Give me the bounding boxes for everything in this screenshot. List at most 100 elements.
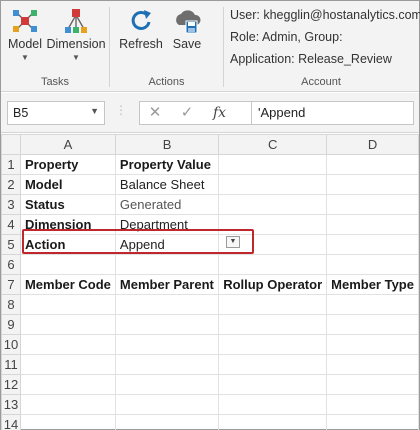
- name-box-value: B5: [13, 106, 29, 120]
- cell[interactable]: [218, 414, 328, 430]
- cell[interactable]: Member Type: [326, 274, 419, 295]
- cell[interactable]: [326, 374, 419, 395]
- select-all-corner[interactable]: [1, 134, 21, 155]
- cell[interactable]: [19, 294, 116, 315]
- row-header[interactable]: 7: [1, 274, 21, 295]
- cell[interactable]: Rollup Operator: [218, 274, 328, 295]
- table-row: 11: [1, 354, 419, 375]
- selected-cell[interactable]: Append: [114, 234, 220, 255]
- cell[interactable]: [114, 414, 220, 430]
- cell[interactable]: [218, 174, 328, 195]
- table-row: 6: [1, 254, 419, 275]
- cell[interactable]: [326, 394, 419, 415]
- action-dropdown-chevron-down-icon[interactable]: ▼: [226, 236, 240, 248]
- cell[interactable]: [326, 414, 419, 430]
- cell[interactable]: [326, 294, 419, 315]
- cell[interactable]: Generated: [114, 194, 220, 215]
- row-header[interactable]: 3: [1, 194, 21, 215]
- cell[interactable]: [114, 354, 220, 375]
- cell[interactable]: [326, 214, 419, 235]
- cell[interactable]: Property Value: [114, 154, 220, 175]
- cell[interactable]: [19, 374, 116, 395]
- cell[interactable]: [218, 394, 328, 415]
- table-row: 7 Member Code Member Parent Rollup Opera…: [1, 274, 419, 295]
- cell[interactable]: [19, 354, 116, 375]
- row-header[interactable]: 11: [1, 354, 21, 375]
- formula-input[interactable]: 'Append: [251, 101, 414, 125]
- table-row: 13: [1, 394, 419, 415]
- cell[interactable]: [326, 174, 419, 195]
- insert-function-icon[interactable]: fx: [213, 101, 226, 125]
- cell[interactable]: Member Parent: [114, 274, 220, 295]
- cell[interactable]: [326, 194, 419, 215]
- formula-bar-grip[interactable]: ⋮: [115, 103, 127, 117]
- cell[interactable]: [218, 194, 328, 215]
- cell[interactable]: [114, 254, 220, 275]
- column-header-d[interactable]: D: [326, 134, 419, 155]
- cancel-icon[interactable]: ✕: [141, 101, 169, 125]
- cell[interactable]: [19, 394, 116, 415]
- cell[interactable]: [218, 254, 328, 275]
- table-row: 8: [1, 294, 419, 315]
- row-header[interactable]: 2: [1, 174, 21, 195]
- cell[interactable]: [19, 334, 116, 355]
- cell[interactable]: [326, 334, 419, 355]
- row-header[interactable]: 9: [1, 314, 21, 335]
- row-header[interactable]: 14: [1, 414, 21, 430]
- cell[interactable]: [218, 374, 328, 395]
- cell[interactable]: [218, 314, 328, 335]
- cell[interactable]: Model: [19, 174, 116, 195]
- cell[interactable]: [19, 314, 116, 335]
- cell[interactable]: Property: [19, 154, 116, 175]
- cell[interactable]: Department: [114, 214, 220, 235]
- account-user: User: khegglin@hostanalytics.com: [230, 8, 420, 22]
- column-header-row: A B C D: [1, 134, 419, 155]
- cell[interactable]: Dimension: [19, 214, 116, 235]
- cell[interactable]: [326, 154, 419, 175]
- cell[interactable]: [114, 374, 220, 395]
- row-header[interactable]: 12: [1, 374, 21, 395]
- row-header[interactable]: 8: [1, 294, 21, 315]
- cell[interactable]: Member Code: [19, 274, 116, 295]
- cell[interactable]: [326, 254, 419, 275]
- account-group-label: Account: [301, 76, 341, 88]
- table-row: 10: [1, 334, 419, 355]
- cell[interactable]: [218, 334, 328, 355]
- cell[interactable]: [19, 254, 116, 275]
- cell[interactable]: Action: [19, 234, 116, 255]
- row-header[interactable]: 5: [1, 234, 21, 255]
- account-role: Role: Admin, Group:: [230, 30, 343, 44]
- cell[interactable]: [19, 414, 116, 430]
- spreadsheet-grid: A B C D 1 Property Property Value 2 Mode…: [1, 134, 419, 430]
- cell[interactable]: Status: [19, 194, 116, 215]
- formula-bar: B5 ▼ ⋮ ✕ ✓ fx 'Append: [1, 93, 419, 133]
- column-header-b[interactable]: B: [114, 134, 220, 155]
- cell[interactable]: [218, 214, 328, 235]
- cell[interactable]: [114, 314, 220, 335]
- name-box-chevron-down-icon[interactable]: ▼: [90, 106, 99, 116]
- table-row: 5 Action Append: [1, 234, 419, 255]
- row-header[interactable]: 13: [1, 394, 21, 415]
- column-header-a[interactable]: A: [19, 134, 116, 155]
- cell[interactable]: [114, 334, 220, 355]
- cell[interactable]: [114, 294, 220, 315]
- table-row: 14: [1, 414, 419, 430]
- enter-check-icon[interactable]: ✓: [173, 101, 201, 125]
- row-header[interactable]: 4: [1, 214, 21, 235]
- column-header-c[interactable]: C: [218, 134, 328, 155]
- cell[interactable]: [326, 234, 419, 255]
- row-header[interactable]: 1: [1, 154, 21, 175]
- table-row: 2 Model Balance Sheet: [1, 174, 419, 195]
- row-header[interactable]: 10: [1, 334, 21, 355]
- table-row: 12: [1, 374, 419, 395]
- cell[interactable]: [218, 154, 328, 175]
- cell[interactable]: [218, 354, 328, 375]
- row-header[interactable]: 6: [1, 254, 21, 275]
- cell[interactable]: [218, 294, 328, 315]
- cell[interactable]: [326, 314, 419, 335]
- cell[interactable]: Balance Sheet: [114, 174, 220, 195]
- cell[interactable]: [114, 394, 220, 415]
- name-box[interactable]: B5 ▼: [7, 101, 105, 125]
- cell[interactable]: [326, 354, 419, 375]
- account-application: Application: Release_Review: [230, 52, 392, 66]
